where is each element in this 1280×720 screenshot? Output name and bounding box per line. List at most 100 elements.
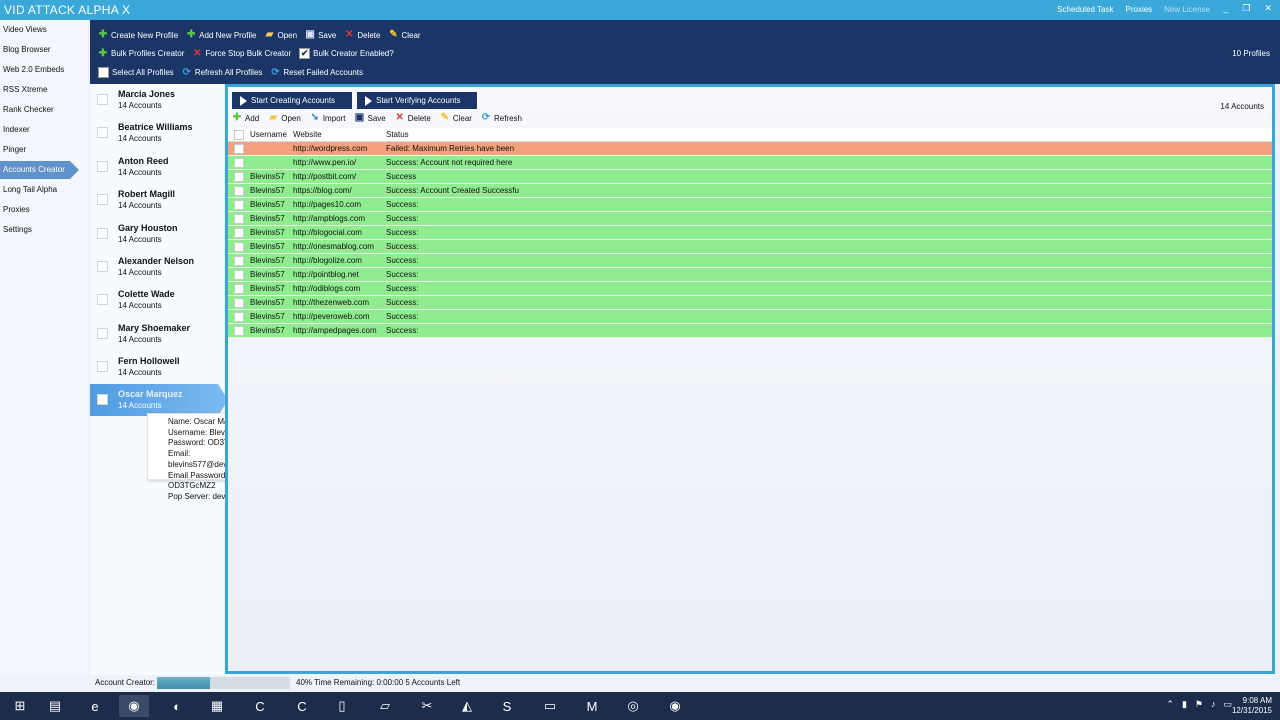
open-accounts-button[interactable]: ▰ Open bbox=[268, 113, 300, 123]
paper-icon[interactable]: ▱ bbox=[370, 695, 400, 717]
table-row[interactable]: http://wordpress.com Failed: Maximum Retr… bbox=[228, 142, 1272, 156]
close-icon[interactable]: ✕ bbox=[1264, 3, 1272, 14]
table-row[interactable]: Blevins57 https://blog.com/Success: Accou… bbox=[228, 184, 1272, 198]
table-row[interactable]: Blevins57 http://odiblogs.com Success: bbox=[228, 282, 1272, 296]
new-license-link[interactable]: New License bbox=[1164, 5, 1210, 14]
profile-item[interactable]: Gary Houston 14 Accounts bbox=[90, 218, 224, 250]
clear-button[interactable]: ✎ Clear bbox=[388, 30, 420, 40]
profile-item[interactable]: Marcia Jones 14 Accounts bbox=[90, 84, 224, 116]
table-row[interactable]: Blevins57 http://pages10.com Success: bbox=[228, 198, 1272, 212]
table-row[interactable]: Blevins57 http://postbit.com/Success bbox=[228, 170, 1272, 184]
excel-icon[interactable]: ▦ bbox=[202, 695, 232, 717]
inkscape-icon[interactable]: ◭ bbox=[452, 695, 482, 717]
table-row[interactable]: http://www.pen.io/Success: Account not r… bbox=[228, 156, 1272, 170]
row-checkbox[interactable] bbox=[228, 213, 248, 224]
internet-explorer-icon[interactable]: e bbox=[80, 695, 110, 717]
nav-item-rss-xtreme[interactable]: RSS Xtreme bbox=[0, 81, 88, 99]
nav-item-blog-browser[interactable]: Blog Browser bbox=[0, 41, 88, 59]
remote-desktop-icon[interactable]: ▭ bbox=[535, 695, 565, 717]
save-accounts-button[interactable]: ▣ Save bbox=[354, 113, 386, 123]
row-checkbox[interactable] bbox=[228, 283, 248, 294]
nav-item-settings[interactable]: Settings bbox=[0, 221, 88, 239]
table-row[interactable]: Blevins57 http://ampblogs.com Success: bbox=[228, 212, 1272, 226]
delete-accounts-button[interactable]: ✕ Delete bbox=[395, 113, 431, 123]
row-checkbox[interactable] bbox=[228, 241, 248, 252]
profile-checkbox[interactable] bbox=[97, 194, 108, 205]
table-row[interactable]: Blevins57 http://pointblog.net Success: bbox=[228, 268, 1272, 282]
profile-item[interactable]: Alexander Nelson 14 Accounts bbox=[90, 251, 224, 283]
nav-item-indexer[interactable]: Indexer bbox=[0, 121, 88, 139]
row-checkbox[interactable] bbox=[228, 227, 248, 238]
row-checkbox[interactable] bbox=[228, 143, 248, 154]
profile-checkbox[interactable] bbox=[97, 294, 108, 305]
profile-item[interactable]: Mary Shoemaker 14 Accounts bbox=[90, 318, 224, 350]
profile-checkbox[interactable] bbox=[97, 94, 108, 105]
network-icon[interactable]: ▮ bbox=[1182, 699, 1187, 710]
bulk-creator-enabled-checkbox[interactable]: ✔ Bulk Creator Enabled? bbox=[299, 48, 394, 59]
row-checkbox[interactable] bbox=[228, 255, 248, 266]
start-verifying-accounts-button[interactable]: Start Verifying Accounts bbox=[357, 92, 477, 109]
profile-checkbox[interactable] bbox=[97, 161, 108, 172]
row-checkbox[interactable] bbox=[228, 269, 248, 280]
row-checkbox[interactable] bbox=[228, 199, 248, 210]
row-checkbox[interactable] bbox=[228, 297, 248, 308]
add-account-button[interactable]: ✚ Add bbox=[232, 113, 259, 123]
flag-icon[interactable]: ⚑ bbox=[1195, 699, 1203, 710]
profile-checkbox[interactable] bbox=[97, 361, 108, 372]
maximize-icon[interactable]: ❐ bbox=[1242, 3, 1250, 14]
scheduled-task-link[interactable]: Scheduled Task bbox=[1057, 5, 1113, 14]
profile-checkbox[interactable] bbox=[97, 127, 108, 138]
start-icon[interactable]: ⊞ bbox=[5, 695, 35, 717]
table-row[interactable]: Blevins57 http://blogolize.com Success: bbox=[228, 254, 1272, 268]
table-row[interactable]: Blevins57 http://blogocial.com Success: bbox=[228, 226, 1272, 240]
open-button[interactable]: ▰ Open bbox=[265, 30, 297, 40]
profile-checkbox[interactable] bbox=[97, 394, 108, 405]
import-accounts-button[interactable]: ➘ Import bbox=[310, 113, 346, 123]
firefox-icon[interactable]: ◐ bbox=[162, 695, 192, 717]
force-stop-bulk-creator-button[interactable]: ✕ Force Stop Bulk Creator bbox=[192, 48, 291, 59]
row-checkbox[interactable] bbox=[228, 171, 248, 182]
start-creating-accounts-button[interactable]: Start Creating Accounts bbox=[232, 92, 352, 109]
mcafee-icon[interactable]: M bbox=[577, 695, 607, 717]
table-row[interactable]: Blevins57 http://ampedpages.com Success: bbox=[228, 324, 1272, 338]
profile-item-selected[interactable]: Oscar Marquez 14 Accounts bbox=[90, 384, 228, 416]
table-row[interactable]: Blevins57 http://thezenweb.com Success: bbox=[228, 296, 1272, 310]
select-all-profiles-checkbox[interactable]: Select All Profiles bbox=[98, 67, 174, 78]
profile-item[interactable]: Beatrice Williams 14 Accounts bbox=[90, 117, 224, 149]
skype-icon[interactable]: S bbox=[492, 695, 522, 717]
save-button[interactable]: ▣ Save bbox=[305, 30, 336, 40]
volume-icon[interactable]: ♪ bbox=[1211, 699, 1216, 710]
tool-icon[interactable]: ✂ bbox=[412, 695, 442, 717]
battery-icon[interactable]: ▭ bbox=[1223, 699, 1232, 710]
record-icon[interactable]: ◉ bbox=[660, 695, 690, 717]
column-website[interactable]: Website bbox=[291, 130, 384, 139]
minimize-icon[interactable]: _ bbox=[1223, 3, 1228, 14]
file-explorer-icon[interactable]: ▤ bbox=[40, 695, 70, 717]
profile-item[interactable]: Anton Reed 14 Accounts bbox=[90, 151, 224, 183]
table-row[interactable]: Blevins57 http://peveroweb.com Success: bbox=[228, 310, 1272, 324]
nav-item-video-views[interactable]: Video Views bbox=[0, 21, 88, 39]
row-checkbox[interactable] bbox=[228, 325, 248, 336]
profile-checkbox[interactable] bbox=[97, 228, 108, 239]
profile-item[interactable]: Fern Hollowell 14 Accounts bbox=[90, 351, 224, 383]
nav-item-proxies[interactable]: Proxies bbox=[0, 201, 88, 219]
chrome-icon[interactable]: ◉ bbox=[119, 695, 149, 717]
create-new-profile-button[interactable]: ✚ Create New Profile bbox=[98, 30, 178, 40]
clear-accounts-button[interactable]: ✎ Clear bbox=[440, 113, 472, 123]
camtasia-icon[interactable]: C bbox=[245, 695, 275, 717]
nav-item-web-embeds[interactable]: Web 2.0 Embeds bbox=[0, 61, 88, 79]
bulk-profiles-creator-button[interactable]: ✚ Bulk Profiles Creator bbox=[98, 48, 185, 59]
nav-item-pinger[interactable]: Pinger bbox=[0, 141, 88, 159]
profile-item[interactable]: Colette Wade 14 Accounts bbox=[90, 284, 224, 316]
camtasia-recorder-icon[interactable]: C bbox=[287, 695, 317, 717]
add-new-profile-button[interactable]: ✚ Add New Profile bbox=[186, 30, 257, 40]
notepad-icon[interactable]: ▯ bbox=[327, 695, 357, 717]
nav-item-rank-checker[interactable]: Rank Checker bbox=[0, 101, 88, 119]
column-status[interactable]: Status bbox=[384, 130, 534, 139]
row-checkbox[interactable] bbox=[228, 157, 248, 168]
refresh-all-profiles-button[interactable]: ⟳ Refresh All Profiles bbox=[182, 67, 263, 78]
proxies-link[interactable]: Proxies bbox=[1126, 5, 1153, 14]
column-username[interactable]: Username bbox=[248, 130, 291, 139]
profile-checkbox[interactable] bbox=[97, 261, 108, 272]
table-row[interactable]: Blevins57 http://onesmablog.com Success: bbox=[228, 240, 1272, 254]
